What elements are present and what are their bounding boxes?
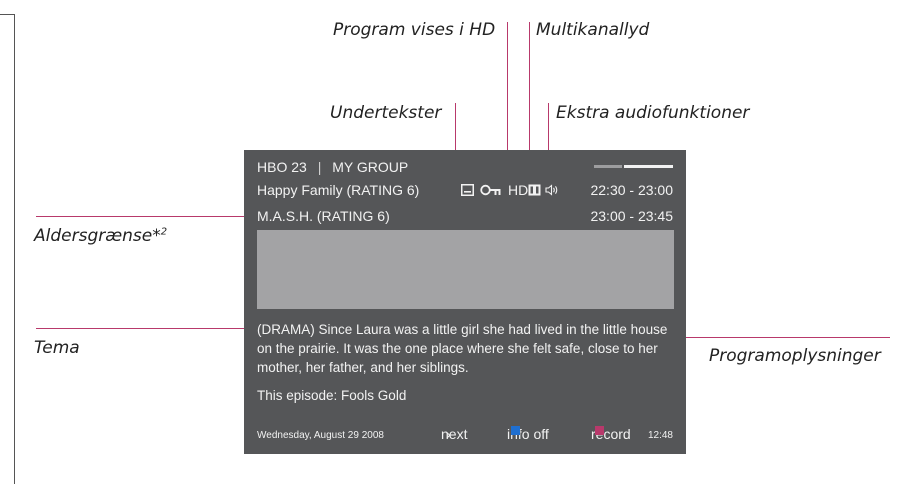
callout-subtitles: Undertekster [330, 103, 442, 123]
episode-title: This episode: Fools Gold [257, 388, 407, 403]
callout-multichannel: Multikanallyd [536, 20, 650, 40]
channel-separator: | [317, 159, 322, 175]
signal-bar-dim [594, 165, 622, 168]
leader-line-theme [36, 328, 244, 329]
callout-hd: Program vises i HD [333, 20, 496, 40]
osd-footer: Wednesday, August 29 2008 next › info of… [257, 426, 673, 444]
date-label: Wednesday, August 29 2008 [257, 430, 384, 441]
chevron-right-icon: › [446, 426, 451, 442]
channel-name: HBO 23 [257, 159, 307, 175]
clock: 12:48 [647, 430, 673, 441]
hd-icon: HD [508, 182, 529, 198]
callout-program-info: Programoplysninger [709, 346, 881, 366]
program-description: (DRAMA) Since Laura was a little girl sh… [257, 322, 668, 375]
signal-bar-bright [624, 165, 673, 168]
callout-theme: Tema [34, 338, 80, 358]
leader-line-age-limit [36, 216, 244, 217]
program-image-placeholder [257, 230, 674, 309]
group-name: MY GROUP [332, 159, 409, 175]
key-icon [480, 184, 501, 196]
red-button-icon [595, 426, 604, 435]
blue-button-icon [511, 426, 520, 435]
callout-extra-audio: Ekstra audiofunktioner [556, 103, 750, 123]
current-program-title: Happy Family (RATING 6) [257, 182, 420, 198]
multichannel-icon [528, 184, 541, 196]
speaker-icon [545, 184, 558, 196]
current-program-time: 22:30 - 23:00 [590, 182, 673, 198]
program-info-panel: HBO 23 | MY GROUP Happy Family (RATING 6… [244, 150, 686, 454]
next-label: next [441, 426, 468, 442]
next-program-time: 23:00 - 23:45 [590, 208, 673, 224]
next-program-title: M.A.S.H. (RATING 6) [257, 208, 390, 224]
next-program-row: M.A.S.H. (RATING 6) 23:00 - 23:45 [257, 208, 673, 224]
callout-age-limit: Aldersgrænse*2 [34, 226, 168, 246]
subtitles-icon [461, 184, 474, 196]
frame-line [0, 14, 15, 15]
leader-line-program-info [686, 337, 890, 338]
frame-line [14, 14, 15, 484]
current-program-row: Happy Family (RATING 6) HD 22:30 - 23:00 [257, 182, 673, 198]
